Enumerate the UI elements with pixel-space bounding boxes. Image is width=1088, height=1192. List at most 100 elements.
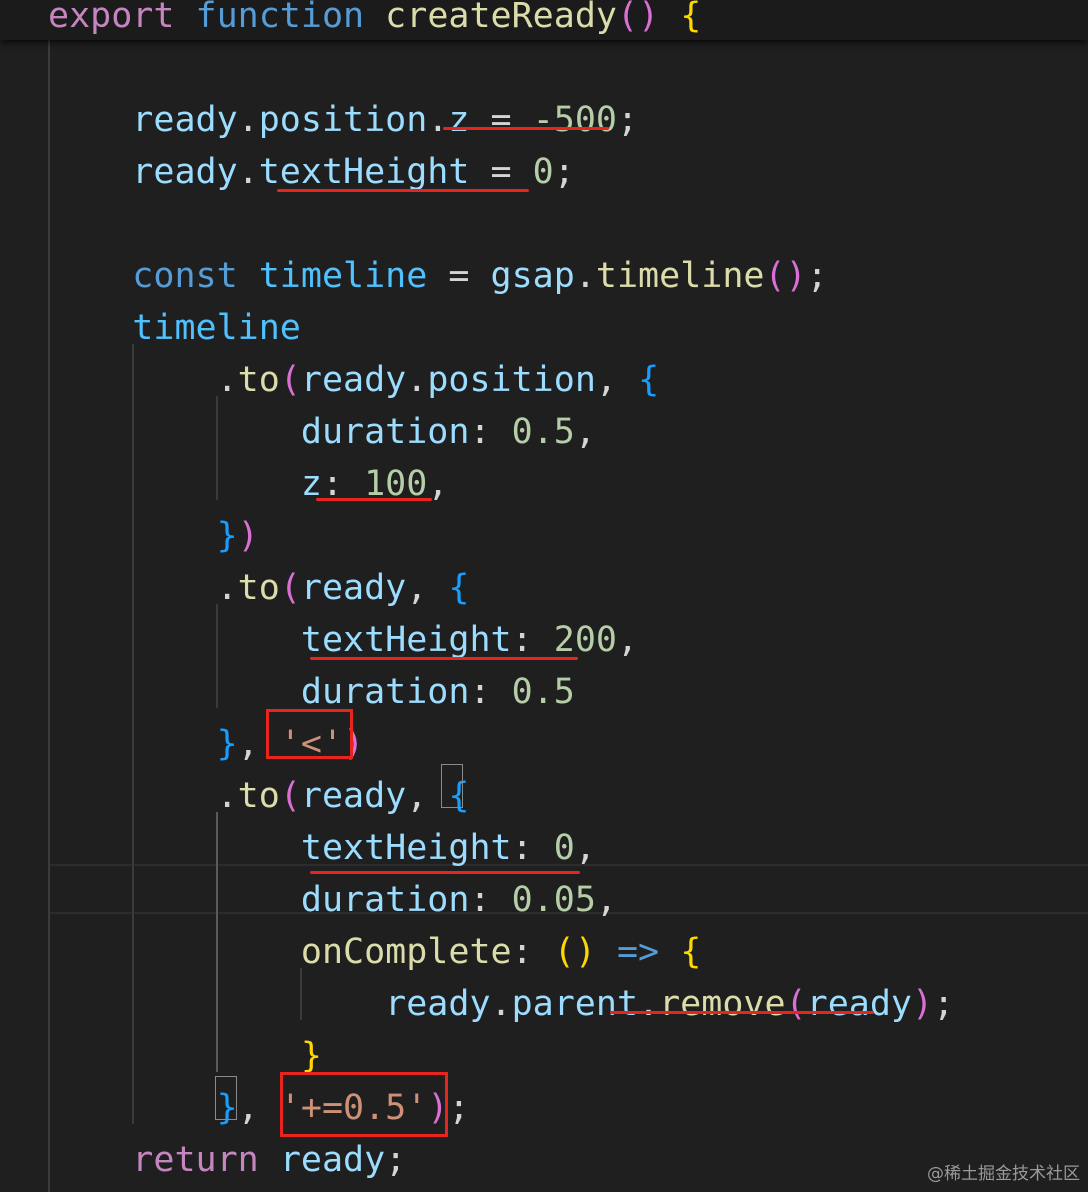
- code-editor[interactable]: export function createReady() { ready.po…: [0, 0, 1088, 1192]
- code-token: 200: [553, 620, 617, 660]
- code-token: (: [279, 776, 301, 816]
- code-token: =: [469, 100, 533, 140]
- annotation-underline: [610, 1011, 874, 1014]
- code-token: 0.05: [511, 880, 596, 920]
- code-token: ,: [616, 620, 639, 660]
- annotation-underline: [443, 127, 609, 130]
- code-token: =: [469, 152, 533, 192]
- code-token: ;: [553, 152, 575, 192]
- code-line[interactable]: duration: 0.05,: [48, 874, 617, 926]
- code-token: ,: [574, 828, 596, 868]
- code-token: ready: [806, 984, 912, 1024]
- code-token: .: [638, 984, 660, 1024]
- code-line[interactable]: timeline: [48, 302, 301, 354]
- code-token: (: [279, 568, 301, 608]
- code-line[interactable]: ready.position.z = -500;: [48, 94, 638, 146]
- code-token: position: [427, 360, 596, 400]
- code-line[interactable]: const timeline = gsap.timeline();: [48, 250, 828, 302]
- code-token: .: [490, 984, 512, 1024]
- code-token: .: [427, 100, 449, 140]
- code-token: ready: [132, 100, 238, 140]
- code-token: ready: [300, 776, 407, 816]
- code-line[interactable]: return ready;: [48, 1134, 406, 1186]
- code-token: ready: [279, 1140, 386, 1180]
- bracket-match-highlight: [215, 1076, 237, 1120]
- code-token: 0: [532, 152, 554, 192]
- code-token: ready: [300, 360, 407, 400]
- annotation-underline: [310, 657, 578, 660]
- code-line[interactable]: }): [48, 510, 259, 562]
- code-line[interactable]: ready.parent.remove(ready);: [48, 978, 954, 1030]
- code-token: (: [785, 984, 807, 1024]
- code-token: {: [680, 932, 702, 972]
- annotation-box: [280, 1072, 448, 1137]
- code-token: createReady: [385, 0, 617, 36]
- code-token: -500: [532, 100, 617, 140]
- code-token: }: [216, 516, 238, 556]
- code-token: duration: [300, 412, 470, 452]
- code-token: ,: [406, 568, 449, 608]
- code-token: ;: [448, 1088, 470, 1128]
- code-token: (: [279, 360, 301, 400]
- code-token: (): [616, 0, 660, 36]
- code-line[interactable]: textHeight: 0,: [48, 822, 596, 874]
- code-token: to: [237, 568, 280, 608]
- code-token: const: [132, 256, 238, 296]
- bracket-match-highlight: [441, 764, 463, 808]
- code-token: ready: [132, 152, 238, 192]
- code-token: .: [406, 360, 428, 400]
- code-token: textHeight: [258, 152, 470, 192]
- code-line[interactable]: duration: 0.5,: [48, 406, 596, 458]
- code-line[interactable]: .to(ready, {: [48, 562, 470, 614]
- code-line[interactable]: }: [48, 1186, 69, 1192]
- code-line[interactable]: .to(ready.position, {: [48, 354, 660, 406]
- code-token: export: [48, 0, 175, 36]
- code-token: ;: [806, 256, 828, 296]
- code-token: ;: [933, 984, 955, 1024]
- code-token: .: [216, 360, 238, 400]
- code-token: onComplete: [300, 932, 512, 972]
- code-token: 0.5: [511, 412, 575, 452]
- code-line[interactable]: export function createReady() {: [48, 0, 701, 42]
- code-token: ready: [300, 568, 407, 608]
- code-line[interactable]: onComplete: () => {: [48, 926, 701, 978]
- code-token: =>: [616, 932, 660, 972]
- code-token: ,: [595, 360, 639, 400]
- code-line[interactable]: .to(ready, {: [48, 770, 470, 822]
- code-token: :: [511, 620, 554, 660]
- code-token: parent: [511, 984, 639, 1024]
- code-line[interactable]: z: 100,: [48, 458, 449, 510]
- code-token: ,: [595, 880, 617, 920]
- watermark: @稀土掘金技术社区: [927, 1164, 1080, 1184]
- code-token: (): [764, 256, 807, 296]
- code-token: textHeight: [300, 620, 512, 660]
- annotation-underline: [310, 871, 580, 874]
- code-token: ): [911, 984, 934, 1024]
- code-token: (): [553, 932, 596, 972]
- code-token: ;: [385, 1140, 407, 1180]
- code-token: }: [300, 1036, 322, 1076]
- code-token: timeline: [595, 256, 765, 296]
- code-token: z: [448, 100, 470, 140]
- annotation-underline: [316, 498, 432, 501]
- code-token: return: [132, 1140, 259, 1180]
- code-token: :: [469, 412, 512, 452]
